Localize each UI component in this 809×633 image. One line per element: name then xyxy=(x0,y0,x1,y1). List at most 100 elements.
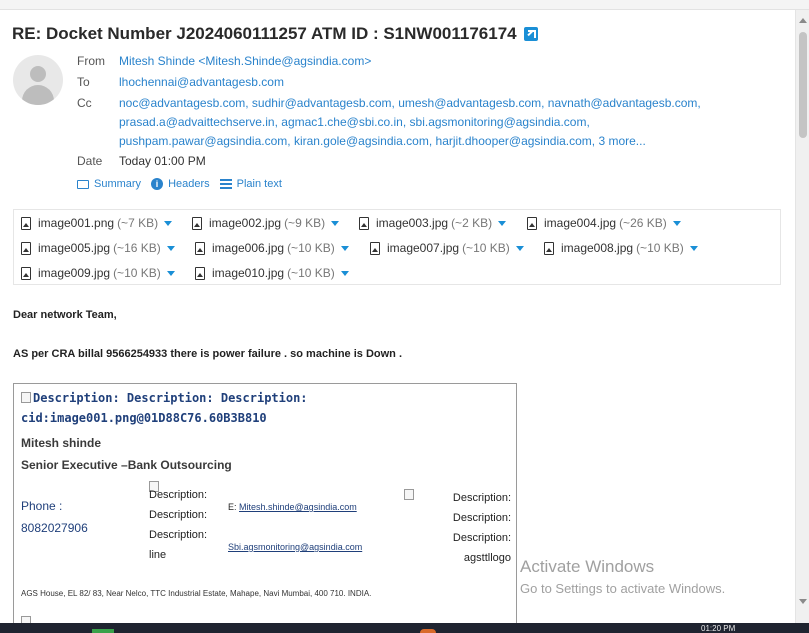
attachment-menu-icon[interactable] xyxy=(166,245,175,251)
plain-text-link[interactable]: Plain text xyxy=(219,178,282,190)
attachment-menu-icon[interactable] xyxy=(340,270,349,276)
avatar-body-shape xyxy=(22,85,54,105)
attachment-name: image006.jpg xyxy=(212,241,285,255)
attachment-menu-icon[interactable] xyxy=(166,270,175,276)
attachment-item[interactable]: image009.jpg (~10 KB) xyxy=(21,266,175,280)
attachment-name: image004.jpg xyxy=(544,216,617,230)
attachment-item[interactable]: image005.jpg (~16 KB) xyxy=(21,241,175,255)
attachment-item[interactable]: image007.jpg (~10 KB) xyxy=(370,241,524,255)
desc-left-2: Description: xyxy=(149,509,208,521)
phone-number: 8082027906 xyxy=(21,521,88,535)
signature-address: AGS House, EL 82/ 83, Near Nelco, TTC In… xyxy=(21,589,372,598)
image-file-icon xyxy=(21,266,31,280)
broken-image-icon xyxy=(404,489,414,500)
attachment-name: image003.jpg xyxy=(376,216,449,230)
open-in-new-window-icon[interactable] xyxy=(523,27,538,41)
summary-link[interactable]: Summary xyxy=(77,178,141,190)
signature-email-row: E: Mitesh.shinde@agsindia.com xyxy=(228,502,357,512)
attachment-size: (~10 KB) xyxy=(636,241,684,255)
attachment-size: (~10 KB) xyxy=(113,266,161,280)
body-message: AS per CRA billal 9566254933 there is po… xyxy=(13,348,403,360)
broken-image-alt-2: cid:image001.png@01D88C76.60B3B810 xyxy=(21,411,267,425)
desc-left-1: Description: xyxy=(149,489,208,501)
attachment-item[interactable]: image006.jpg (~10 KB) xyxy=(195,241,349,255)
subject-text: RE: Docket Number J2024060111257 ATM ID … xyxy=(12,24,517,43)
attachment-size: (~26 KB) xyxy=(619,216,667,230)
attachment-name: image009.jpg xyxy=(38,266,111,280)
attachment-menu-icon[interactable] xyxy=(689,245,698,251)
attachment-size: (~7 KB) xyxy=(117,216,159,230)
attachment-item[interactable]: image002.jpg (~9 KB) xyxy=(192,216,340,230)
attachment-menu-icon[interactable] xyxy=(340,245,349,251)
image-file-icon xyxy=(195,241,205,255)
signature-title: Senior Executive –Bank Outsourcing xyxy=(21,458,232,472)
taskbar-browser-icon[interactable] xyxy=(420,629,436,633)
attachment-name: image005.jpg xyxy=(38,241,111,255)
attachment-item[interactable]: image003.jpg (~2 KB) xyxy=(359,216,507,230)
from-address-link[interactable]: Mitesh Shinde <Mitesh.Shinde@agsindia.co… xyxy=(119,52,371,71)
summary-label: Summary xyxy=(94,178,142,190)
image-file-icon xyxy=(527,216,537,230)
attachment-size: (~10 KB) xyxy=(287,241,335,255)
window-top-strip xyxy=(0,0,809,10)
attachment-size: (~10 KB) xyxy=(462,241,510,255)
desc-right-2: Description: xyxy=(452,512,511,524)
plain-text-label: Plain text xyxy=(236,178,282,190)
taskbar-clock[interactable]: 01:20 PM xyxy=(701,624,735,633)
avatar-head-shape xyxy=(30,66,46,82)
scrollbar-thumb[interactable] xyxy=(799,32,807,138)
attachment-name: image008.jpg xyxy=(561,241,634,255)
left-description-stack: Description: Description: Description: l… xyxy=(149,485,207,565)
headers-link[interactable]: i Headers xyxy=(151,178,210,190)
image-file-icon xyxy=(370,241,380,255)
right-description-stack: Description: Description: Description: a… xyxy=(434,488,511,568)
attachment-size: (~10 KB) xyxy=(287,266,335,280)
to-label: To xyxy=(77,75,90,89)
desc-right-1: Description: xyxy=(452,492,511,504)
taskbar-app-icon[interactable] xyxy=(92,629,114,633)
from-label: From xyxy=(77,54,105,68)
desc-right-3: Description: xyxy=(452,532,511,544)
attachment-menu-icon[interactable] xyxy=(515,245,524,251)
attachment-name: image001.png xyxy=(38,216,115,230)
scroll-down-arrow-icon[interactable] xyxy=(799,599,807,604)
signature-email2-row: Sbi.agsmonitoring@agsindia.com xyxy=(228,542,362,552)
headers-label: Headers xyxy=(168,178,210,190)
to-address-link[interactable]: lhochennai@advantagesb.com xyxy=(119,73,284,92)
attachment-menu-icon[interactable] xyxy=(164,220,173,226)
attachment-menu-icon[interactable] xyxy=(672,220,681,226)
image-file-icon xyxy=(359,216,369,230)
list-lines-icon xyxy=(219,179,232,189)
signature-email2-link[interactable]: Sbi.agsmonitoring@agsindia.com xyxy=(228,542,362,552)
body-greeting: Dear network Team, xyxy=(13,309,117,321)
vertical-scrollbar[interactable] xyxy=(795,10,809,623)
broken-image-icon xyxy=(21,616,31,623)
attachment-name: image010.jpg xyxy=(212,266,285,280)
watermark-subtitle: Go to Settings to activate Windows. xyxy=(520,581,726,596)
sender-avatar xyxy=(13,55,63,105)
view-mode-links: Summary i Headers Plain text xyxy=(77,178,282,190)
attachment-item[interactable]: image004.jpg (~26 KB) xyxy=(527,216,681,230)
attachment-name: image002.jpg xyxy=(209,216,282,230)
attachment-size: (~16 KB) xyxy=(113,241,161,255)
desc-left-4: line xyxy=(149,549,167,561)
attachment-size: (~2 KB) xyxy=(451,216,493,230)
signature-block: Description: Description: Description: c… xyxy=(13,383,517,623)
desc-left-3: Description: xyxy=(149,529,208,541)
broken-image-alt-1: Description: Description: Description: xyxy=(33,391,308,405)
scroll-up-arrow-icon[interactable] xyxy=(799,18,807,23)
signature-email-link[interactable]: Mitesh.shinde@agsindia.com xyxy=(239,502,357,512)
envelope-icon xyxy=(77,179,89,189)
date-label: Date xyxy=(77,154,103,168)
cc-line-3[interactable]: pushpam.pawar@agsindia.com, kiran.gole@a… xyxy=(119,132,646,151)
cc-line-1[interactable]: noc@advantagesb.com, sudhir@advantagesb.… xyxy=(119,94,701,113)
desc-right-4: agsttllogo xyxy=(463,552,511,564)
attachment-menu-icon[interactable] xyxy=(331,220,340,226)
attachment-item[interactable]: image008.jpg (~10 KB) xyxy=(544,241,698,255)
attachment-size: (~9 KB) xyxy=(284,216,326,230)
cc-line-2[interactable]: prasad.a@advaittechserve.in, agmac1.che@… xyxy=(119,113,590,132)
attachment-item[interactable]: image001.png (~7 KB) xyxy=(21,216,173,230)
attachment-menu-icon[interactable] xyxy=(498,220,507,226)
attachment-item[interactable]: image010.jpg (~10 KB) xyxy=(195,266,349,280)
message-subject: RE: Docket Number J2024060111257 ATM ID … xyxy=(12,24,538,44)
